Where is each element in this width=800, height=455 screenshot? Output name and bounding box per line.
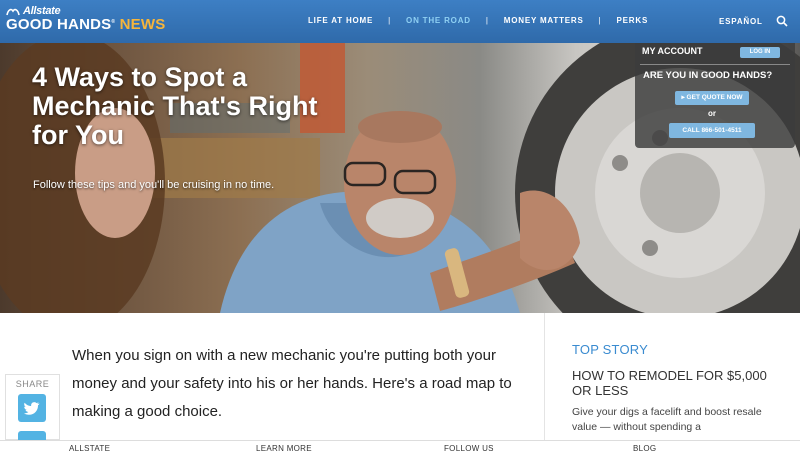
article-headline: 4 Ways to Spot a Mechanic That's Right f… [32,62,318,150]
nav-on-the-road[interactable]: ON THE ROAD [406,16,471,25]
footer-bar: ALLSTATE LEARN MORE FOLLOW US BLOG [0,440,800,455]
site-logo[interactable]: Allstate GOOD HANDS® NEWS [6,5,165,33]
footer-follow-us[interactable]: FOLLOW US [444,444,494,453]
article-subhead: Follow these tips and you'll be cruising… [33,179,275,191]
nav-life-at-home[interactable]: LIFE AT HOME [308,16,373,25]
top-story-sidebar: TOP STORY HOW TO REMODEL FOR $5,000 OR L… [544,313,800,440]
search-icon[interactable] [776,15,788,27]
article-lead: When you sign on with a new mechanic you… [72,347,512,420]
account-panel: MY ACCOUNT LOG IN ARE YOU IN GOOD HANDS?… [635,43,795,148]
site-title-main: GOOD HANDS [6,16,112,33]
nav-money-matters[interactable]: MONEY MATTERS [504,16,584,25]
panel-divider [640,64,790,65]
top-navigation-bar: Allstate GOOD HANDS® NEWS LIFE AT HOME |… [0,0,800,43]
good-hands-icon [6,8,20,15]
twitter-icon[interactable] [18,394,46,422]
nav-separator: | [388,16,392,25]
get-quote-button[interactable]: ▸ GET QUOTE NOW [675,91,749,105]
site-title-accent: NEWS [119,16,166,33]
footer-blog[interactable]: BLOG [633,444,656,453]
twitter-bird-icon [24,402,40,415]
top-story-description: Give your digs a facelift and boost resa… [572,406,762,433]
get-quote-label: GET QUOTE NOW [686,94,743,101]
footer-allstate[interactable]: ALLSTATE [69,444,110,453]
good-hands-question: ARE YOU IN GOOD HANDS? [643,70,773,81]
call-button[interactable]: CALL 866-501-4511 [669,123,755,138]
language-link[interactable]: ESPAÑOL [719,17,763,26]
share-box: SHARE [5,374,60,443]
share-label: SHARE [15,379,50,389]
or-label: or [708,109,716,118]
top-story-title[interactable]: HOW TO REMODEL FOR $5,000 OR LESS [572,368,772,398]
login-button[interactable]: LOG IN [740,47,780,58]
site-title: GOOD HANDS® NEWS [6,16,166,33]
nav-separator: | [598,16,602,25]
footer-learn-more[interactable]: LEARN MORE [256,444,312,453]
my-account-label: MY ACCOUNT [642,46,703,56]
top-story-kicker: TOP STORY [572,342,648,357]
nav-separator: | [485,16,489,25]
main-nav: LIFE AT HOME | ON THE ROAD | MONEY MATTE… [308,16,648,25]
nav-perks[interactable]: PERKS [617,16,649,25]
